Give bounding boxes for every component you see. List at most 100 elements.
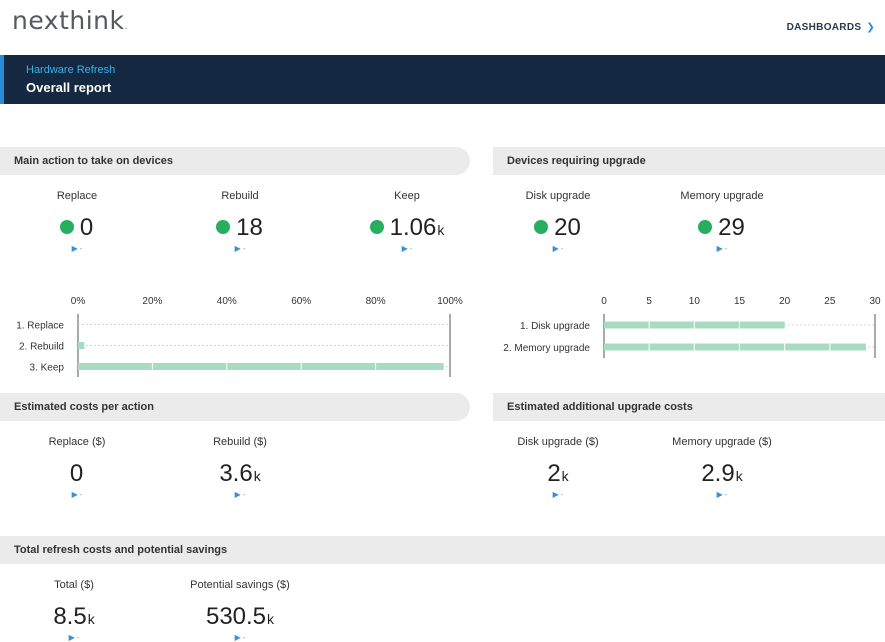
trend-indicator: ▶ -	[234, 244, 246, 253]
play-icon: ▶	[234, 490, 241, 499]
kpi-disk-cost[interactable]: Disk upgrade ($) 2k ▶ -	[488, 436, 628, 500]
trend-indicator: ▶ -	[71, 244, 83, 253]
play-icon: ▶	[401, 244, 408, 253]
bar	[78, 363, 444, 370]
trend-indicator: ▶ -	[71, 490, 83, 499]
page-title: Overall report	[26, 80, 112, 95]
bar	[604, 343, 866, 351]
trend-indicator: ▶ -	[234, 490, 246, 499]
trend-indicator: ▶ -	[68, 633, 80, 642]
status-dot-icon	[534, 220, 549, 234]
dashboards-menu[interactable]: DASHBOARDS ❯	[787, 22, 875, 33]
trend-indicator: ▶ -	[234, 633, 246, 642]
main-action-chart-svg: 0% 20% 40% 60% 80% 100% 1. Replace 2. Rebuild 3.…	[16, 296, 463, 377]
trend-indicator: ▶ -	[716, 490, 728, 499]
kpi-potential-savings[interactable]: Potential savings ($) 530.5k ▶ -	[170, 579, 310, 642]
dashboards-label: DASHBOARDS	[786, 22, 862, 33]
section-devices-upgrade: Devices requiring upgrade	[493, 147, 885, 175]
x-tick-label: 100%	[437, 296, 463, 307]
kpi-total-cost[interactable]: Total ($) 8.5k ▶ -	[4, 579, 144, 642]
status-dot-icon	[216, 220, 231, 234]
kpi-label: Memory upgrade ($)	[672, 436, 772, 448]
devices-upgrade-bar-chart: 0 5 10 15 20 25 30 1. Disk upgrade 2. Memory upg…	[490, 290, 885, 360]
kpi-replace[interactable]: Replace 0 ▶ -	[7, 190, 147, 254]
trend-indicator: ▶ -	[552, 244, 564, 253]
main-action-bar-chart: 0% 20% 40% 60% 80% 100% 1. Replace 2. Rebuild 3.…	[0, 290, 470, 380]
top-bar: nexthink. DASHBOARDS ❯	[0, 0, 885, 55]
status-dot-icon	[59, 220, 74, 234]
section-main-action: Main action to take on devices	[0, 147, 470, 175]
play-icon: ▶	[716, 244, 723, 253]
trend-indicator: ▶ -	[401, 244, 413, 253]
x-tick-label: 0%	[71, 296, 86, 307]
kpi-label: Rebuild ($)	[213, 436, 267, 448]
x-tick-label: 5	[646, 296, 652, 307]
logo-text: nexthink	[12, 6, 125, 35]
x-tick-label: 15	[734, 296, 746, 307]
x-tick-label: 80%	[366, 296, 386, 307]
kpi-value: 0	[69, 460, 84, 487]
x-tick-label: 25	[824, 296, 836, 307]
section-est-costs: Estimated costs per action	[0, 393, 470, 421]
kpi-value: 2.9k	[701, 460, 743, 487]
kpi-label: Disk upgrade	[525, 190, 591, 202]
category-label: 3. Keep	[30, 363, 65, 374]
x-tick-label: 20%	[142, 296, 162, 307]
kpi-label: Disk upgrade ($)	[517, 436, 599, 448]
kpi-disk-upgrade[interactable]: Disk upgrade 20 ▶ -	[488, 190, 628, 254]
report-banner: Hardware Refresh Overall report	[0, 55, 885, 104]
kpi-label: Potential savings ($)	[190, 579, 290, 591]
play-icon: ▶	[71, 244, 78, 253]
kpi-label: Replace	[56, 190, 98, 202]
kpi-keep[interactable]: Keep 1.06k ▶ -	[337, 190, 477, 254]
x-tick-label: 20	[779, 296, 791, 307]
kpi-memory-cost[interactable]: Memory upgrade ($) 2.9k ▶ -	[652, 436, 792, 500]
play-icon: ▶	[552, 490, 559, 499]
breadcrumb[interactable]: Hardware Refresh	[26, 64, 115, 76]
kpi-label: Replace ($)	[48, 436, 106, 448]
kpi-value: 0	[7, 214, 147, 242]
devices-upgrade-chart-svg: 0 5 10 15 20 25 30 1. Disk upgrade 2. Memory upg…	[503, 296, 881, 358]
play-icon: ▶	[71, 490, 78, 499]
logo-dot: .	[124, 21, 129, 32]
kpi-label: Rebuild	[221, 190, 259, 202]
category-label: 2. Memory upgrade	[503, 343, 590, 354]
kpi-value: 2k	[547, 460, 569, 487]
status-dot-icon	[369, 220, 384, 234]
section-est-upgrade-costs: Estimated additional upgrade costs	[493, 393, 885, 421]
play-icon: ▶	[234, 633, 241, 642]
kpi-value: 20	[488, 214, 628, 242]
kpi-rebuild[interactable]: Rebuild 18 ▶ -	[170, 190, 310, 254]
x-tick-label: 10	[689, 296, 701, 307]
x-tick-label: 60%	[291, 296, 311, 307]
chevron-down-icon: ❯	[866, 22, 875, 33]
x-tick-label: 40%	[217, 296, 237, 307]
kpi-label: Keep	[394, 190, 420, 202]
bar	[78, 342, 85, 349]
kpi-value: 530.5k	[205, 603, 275, 630]
x-tick-label: 30	[869, 296, 881, 307]
nexthink-logo[interactable]: nexthink.	[12, 6, 128, 35]
play-icon: ▶	[716, 490, 723, 499]
play-icon: ▶	[68, 633, 75, 642]
kpi-rebuild-cost[interactable]: Rebuild ($) 3.6k ▶ -	[170, 436, 310, 500]
trend-indicator: ▶ -	[716, 244, 728, 253]
kpi-value: 18	[170, 214, 310, 242]
kpi-value: 1.06k	[337, 214, 477, 242]
kpi-value: 8.5k	[53, 603, 95, 630]
status-dot-icon	[698, 220, 713, 234]
kpi-label: Total ($)	[54, 579, 94, 591]
play-icon: ▶	[234, 244, 241, 253]
kpi-replace-cost[interactable]: Replace ($) 0 ▶ -	[7, 436, 147, 500]
category-label: 1. Replace	[16, 321, 64, 332]
kpi-value: 29	[652, 214, 792, 242]
play-icon: ▶	[552, 244, 559, 253]
kpi-label: Memory upgrade	[680, 190, 764, 202]
kpi-memory-upgrade[interactable]: Memory upgrade 29 ▶ -	[652, 190, 792, 254]
x-tick-label: 0	[601, 296, 607, 307]
section-total-refresh: Total refresh costs and potential saving…	[0, 536, 885, 564]
kpi-value: 3.6k	[219, 460, 261, 487]
trend-indicator: ▶ -	[552, 490, 564, 499]
category-label: 1. Disk upgrade	[520, 321, 590, 332]
category-label: 2. Rebuild	[19, 342, 64, 353]
